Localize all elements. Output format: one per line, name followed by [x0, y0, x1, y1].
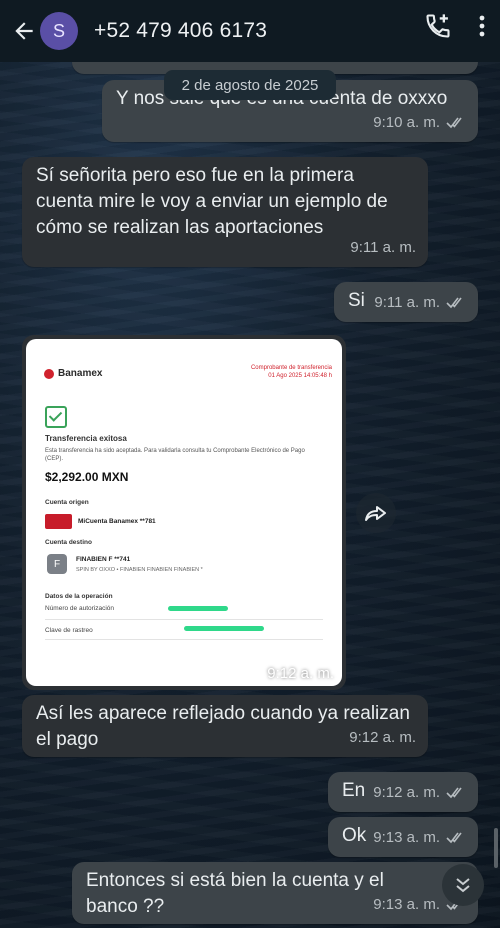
check-icon: [45, 406, 67, 428]
message-bubble[interactable]: Sí señorita pero eso fue en la primera c…: [22, 157, 428, 267]
redaction-scribble: [168, 606, 228, 611]
message-time: 9:10 a. m.: [373, 114, 440, 131]
message-bubble[interactable]: Entonces si está bien la cuenta y el ban…: [72, 862, 478, 924]
forward-button[interactable]: [356, 493, 396, 533]
message-time: 9:12 a. m.: [267, 665, 334, 682]
contact-name[interactable]: +52 479 406 6173: [94, 19, 267, 43]
message-bubble[interactable]: Ok 9:13 a. m.: [328, 817, 478, 857]
date-chip: 2 de agosto de 2025: [164, 70, 336, 100]
message-time: 9:12 a. m.: [349, 729, 416, 746]
double-check-icon: [446, 832, 462, 844]
add-call-icon: [426, 14, 450, 38]
message-time: 9:11 a. m.: [350, 239, 416, 256]
message-meta: 9:13 a. m.: [373, 825, 466, 851]
receipt-divider: [45, 619, 323, 620]
chat-header: S +52 479 406 6173: [0, 0, 500, 62]
scrollbar[interactable]: [494, 828, 498, 868]
double-check-icon: [446, 787, 462, 799]
trace-label: Clave de rastreo: [45, 627, 93, 634]
redaction-scribble: [184, 626, 264, 631]
receipt-comprobante: Comprobante de transferencia 01 Ago 2025…: [250, 365, 332, 379]
receipt-amount: $2,292.00 MXN: [45, 470, 129, 484]
message-time: 9:13 a. m.: [373, 829, 440, 846]
back-arrow-icon: [15, 22, 33, 40]
receipt-divider: [45, 639, 323, 640]
image-message-bubble[interactable]: Banamex Comprobante de transferencia 01 …: [22, 335, 346, 690]
double-check-icon: [446, 297, 462, 309]
message-meta: 9:11 a. m.: [350, 235, 416, 261]
dest-label: Cuenta destino: [45, 539, 92, 546]
message-meta: 9:12 a. m.: [373, 780, 466, 806]
add-call-button[interactable]: [424, 12, 452, 40]
receipt-status-text: Esta transferencia ha sido aceptada. Par…: [45, 448, 305, 462]
message-meta: 9:10 a. m.: [373, 110, 466, 136]
message-meta: 9:12 a. m.: [349, 725, 416, 751]
dest-detail: SPIN BY OXXO • FINABIEN FINABIEN FINABIE…: [76, 567, 203, 573]
menu-button[interactable]: [478, 14, 486, 38]
message-bubble[interactable]: Así les aparece reflejado cuando ya real…: [22, 695, 428, 757]
dest-name: FINABIEN F **741: [76, 556, 131, 563]
message-time: 9:13 a. m.: [373, 896, 440, 913]
forward-icon: [365, 506, 386, 521]
message-bubble[interactable]: En 9:12 a. m.: [328, 772, 478, 812]
scroll-down-button[interactable]: [442, 864, 484, 906]
message-time: 9:11 a. m.: [374, 294, 440, 311]
receipt-image[interactable]: Banamex Comprobante de transferencia 01 …: [26, 339, 342, 686]
auth-label: Número de autorización: [45, 605, 115, 612]
receipt-status-title: Transferencia exitosa: [45, 434, 127, 443]
banamex-logo-icon: [44, 368, 54, 379]
avatar[interactable]: S: [40, 12, 78, 50]
card-icon: [45, 514, 72, 529]
message-text: Entonces si está bien la cuenta y el ban…: [86, 870, 384, 917]
ops-label: Datos de la operación: [45, 593, 113, 600]
message-text: Sí señorita pero eso fue en la primera c…: [36, 165, 388, 238]
double-check-icon: [446, 117, 462, 129]
origin-label: Cuenta origen: [45, 499, 89, 506]
message-meta: 9:11 a. m.: [374, 290, 466, 316]
receipt-brand: Banamex: [44, 368, 102, 379]
chevron-down-icon: [456, 878, 470, 893]
dest-avatar: F: [47, 554, 67, 574]
origin-account: MiCuenta Banamex **781: [78, 518, 156, 525]
message-bubble[interactable]: Si 9:11 a. m.: [334, 282, 478, 322]
more-vert-icon: [479, 15, 485, 37]
message-time: 9:12 a. m.: [373, 784, 440, 801]
